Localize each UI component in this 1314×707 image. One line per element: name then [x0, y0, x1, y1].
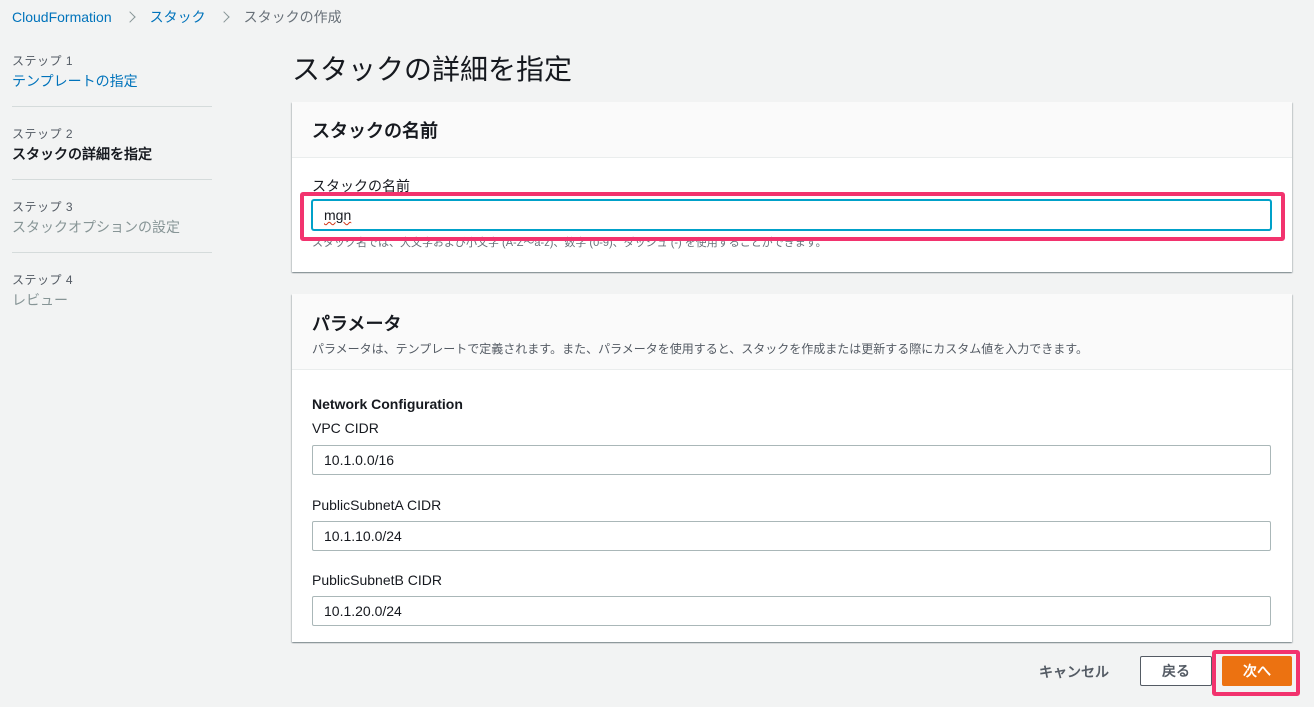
public-subnet-a-input[interactable] — [312, 521, 1271, 551]
stack-name-panel: スタックの名前 スタックの名前 mgn スタック名では、大文字および小文字 (A… — [292, 102, 1292, 272]
chevron-right-icon — [217, 11, 230, 23]
stack-name-value: mgn — [324, 207, 352, 223]
chevron-right-icon — [123, 11, 136, 23]
step-4: ステップ 4 レビュー — [12, 271, 212, 325]
breadcrumb: CloudFormation スタック スタックの作成 — [12, 7, 342, 27]
wizard-steps: ステップ 1 テンプレートの指定 ステップ 2 スタックの詳細を指定 ステップ … — [12, 52, 212, 343]
breadcrumb-current: スタックの作成 — [243, 9, 342, 25]
step-2: ステップ 2 スタックの詳細を指定 — [12, 125, 212, 180]
breadcrumb-stacks[interactable]: スタック — [150, 7, 206, 27]
panel-body: Network Configuration VPC CIDR PublicSub… — [292, 370, 1292, 626]
step-number: ステップ 2 — [12, 127, 74, 141]
step-number: ステップ 4 — [12, 273, 74, 287]
panel-header: スタックの名前 — [292, 102, 1292, 158]
panel-title: パラメータ — [312, 314, 402, 334]
step-current-details: スタックの詳細を指定 — [12, 146, 152, 162]
panel-title: スタックの名前 — [312, 120, 438, 141]
back-button[interactable]: 戻る — [1140, 656, 1212, 686]
panel-description: パラメータは、テンプレートで定義されます。また、パラメータを使用すると、スタック… — [312, 342, 1089, 356]
step-options: スタックオプションの設定 — [12, 219, 180, 235]
public-subnet-a-label: PublicSubnetA CIDR — [312, 497, 442, 513]
step-number: ステップ 3 — [12, 200, 74, 214]
vpc-cidr-label: VPC CIDR — [312, 420, 379, 436]
parameters-panel: パラメータ パラメータは、テンプレートで定義されます。また、パラメータを使用する… — [292, 294, 1292, 642]
vpc-cidr-input[interactable] — [312, 445, 1271, 475]
stack-name-constraint: スタック名では、大文字および小文字 (A-Z〜a-z)、数字 (0-9)、ダッシ… — [312, 237, 827, 249]
stack-name-input[interactable]: mgn — [312, 200, 1271, 230]
group-title: Network Configuration — [312, 396, 463, 412]
next-button[interactable]: 次へ — [1222, 656, 1292, 686]
step-link-template[interactable]: テンプレートの指定 — [12, 70, 212, 92]
public-subnet-b-label: PublicSubnetB CIDR — [312, 572, 442, 588]
public-subnet-b-input[interactable] — [312, 596, 1271, 626]
cancel-button[interactable]: キャンセル — [1026, 657, 1122, 687]
breadcrumb-cloudformation[interactable]: CloudFormation — [12, 9, 112, 25]
panel-body: スタックの名前 mgn スタック名では、大文字および小文字 (A-Z〜a-z)、… — [292, 158, 1292, 250]
step-1: ステップ 1 テンプレートの指定 — [12, 52, 212, 107]
page-title: スタックの詳細を指定 — [292, 54, 573, 85]
step-review: レビュー — [12, 292, 68, 308]
step-number: ステップ 1 — [12, 54, 74, 68]
panel-header: パラメータ パラメータは、テンプレートで定義されます。また、パラメータを使用する… — [292, 294, 1292, 370]
stack-name-label: スタックの名前 — [312, 178, 410, 194]
step-3: ステップ 3 スタックオプションの設定 — [12, 198, 212, 253]
